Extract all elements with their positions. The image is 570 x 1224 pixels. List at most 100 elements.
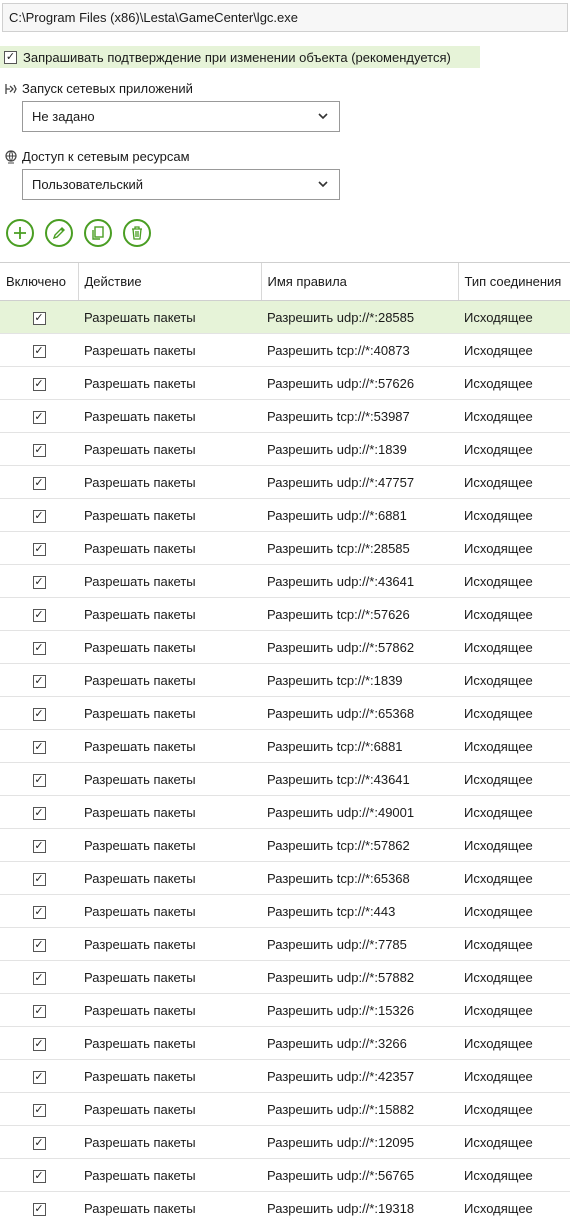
connection-type-cell: Исходящее bbox=[458, 994, 570, 1027]
table-row[interactable]: ✓Разрешать пакетыРазрешить udp://*:57626… bbox=[0, 367, 570, 400]
connection-type-cell: Исходящее bbox=[458, 400, 570, 433]
confirm-checkbox[interactable]: ✓ bbox=[4, 51, 17, 64]
table-row[interactable]: ✓Разрешать пакетыРазрешить tcp://*:1839И… bbox=[0, 664, 570, 697]
table-row[interactable]: ✓Разрешать пакетыРазрешить tcp://*:57862… bbox=[0, 829, 570, 862]
column-connection-type[interactable]: Тип соединения bbox=[458, 263, 570, 301]
action-cell: Разрешать пакеты bbox=[78, 994, 261, 1027]
delete-rule-button[interactable] bbox=[123, 219, 151, 247]
enabled-checkbox[interactable]: ✓ bbox=[33, 873, 46, 886]
rule-name-cell: Разрешить tcp://*:65368 bbox=[261, 862, 458, 895]
enabled-checkbox[interactable]: ✓ bbox=[33, 444, 46, 457]
enabled-checkbox[interactable]: ✓ bbox=[33, 708, 46, 721]
table-row[interactable]: ✓Разрешать пакетыРазрешить udp://*:15326… bbox=[0, 994, 570, 1027]
action-cell: Разрешать пакеты bbox=[78, 796, 261, 829]
edit-rule-button[interactable] bbox=[45, 219, 73, 247]
action-cell: Разрешать пакеты bbox=[78, 1093, 261, 1126]
table-row[interactable]: ✓Разрешать пакетыРазрешить tcp://*:65368… bbox=[0, 862, 570, 895]
enabled-cell: ✓ bbox=[0, 664, 78, 697]
table-row[interactable]: ✓Разрешать пакетыРазрешить udp://*:57882… bbox=[0, 961, 570, 994]
action-cell: Разрешать пакеты bbox=[78, 565, 261, 598]
table-row[interactable]: ✓Разрешать пакетыРазрешить udp://*:56765… bbox=[0, 1159, 570, 1192]
rule-name-cell: Разрешить udp://*:57626 bbox=[261, 367, 458, 400]
action-cell: Разрешать пакеты bbox=[78, 334, 261, 367]
connection-type-cell: Исходящее bbox=[458, 433, 570, 466]
table-row[interactable]: ✓Разрешать пакетыРазрешить udp://*:57862… bbox=[0, 631, 570, 664]
enabled-checkbox[interactable]: ✓ bbox=[33, 378, 46, 391]
enabled-checkbox[interactable]: ✓ bbox=[33, 807, 46, 820]
connection-type-cell: Исходящее bbox=[458, 895, 570, 928]
action-cell: Разрешать пакеты bbox=[78, 928, 261, 961]
action-cell: Разрешать пакеты bbox=[78, 433, 261, 466]
action-cell: Разрешать пакеты bbox=[78, 1159, 261, 1192]
network-apps-select[interactable]: Не задано bbox=[22, 101, 340, 132]
enabled-checkbox[interactable]: ✓ bbox=[33, 840, 46, 853]
enabled-cell: ✓ bbox=[0, 1060, 78, 1093]
path-field[interactable]: C:\Program Files (x86)\Lesta\GameCenter\… bbox=[2, 3, 568, 32]
enabled-checkbox[interactable]: ✓ bbox=[33, 411, 46, 424]
table-row[interactable]: ✓Разрешать пакетыРазрешить udp://*:6881И… bbox=[0, 499, 570, 532]
connection-type-cell: Исходящее bbox=[458, 961, 570, 994]
table-row[interactable]: ✓Разрешать пакетыРазрешить udp://*:7785И… bbox=[0, 928, 570, 961]
enabled-checkbox[interactable]: ✓ bbox=[33, 1038, 46, 1051]
table-row[interactable]: ✓Разрешать пакетыРазрешить udp://*:49001… bbox=[0, 796, 570, 829]
column-enabled[interactable]: Включено bbox=[0, 263, 78, 301]
enabled-cell: ✓ bbox=[0, 598, 78, 631]
connection-type-cell: Исходящее bbox=[458, 598, 570, 631]
table-row[interactable]: ✓Разрешать пакетыРазрешить tcp://*:53987… bbox=[0, 400, 570, 433]
enabled-checkbox[interactable]: ✓ bbox=[33, 576, 46, 589]
copy-rule-button[interactable] bbox=[84, 219, 112, 247]
enabled-checkbox[interactable]: ✓ bbox=[33, 1203, 46, 1216]
enabled-checkbox[interactable]: ✓ bbox=[33, 774, 46, 787]
table-row[interactable]: ✓Разрешать пакетыРазрешить udp://*:43641… bbox=[0, 565, 570, 598]
table-row[interactable]: ✓Разрешать пакетыРазрешить udp://*:28585… bbox=[0, 301, 570, 334]
rule-name-cell: Разрешить tcp://*:6881 bbox=[261, 730, 458, 763]
enabled-checkbox[interactable]: ✓ bbox=[33, 972, 46, 985]
table-row[interactable]: ✓Разрешать пакетыРазрешить udp://*:42357… bbox=[0, 1060, 570, 1093]
enabled-checkbox[interactable]: ✓ bbox=[33, 1170, 46, 1183]
table-row[interactable]: ✓Разрешать пакетыРазрешить udp://*:12095… bbox=[0, 1126, 570, 1159]
enabled-checkbox[interactable]: ✓ bbox=[33, 1005, 46, 1018]
enabled-checkbox[interactable]: ✓ bbox=[33, 741, 46, 754]
table-row[interactable]: ✓Разрешать пакетыРазрешить udp://*:19318… bbox=[0, 1192, 570, 1224]
table-row[interactable]: ✓Разрешать пакетыРазрешить udp://*:3266И… bbox=[0, 1027, 570, 1060]
table-row[interactable]: ✓ Разрешать пакетыРазрешить tcp://*:40873… bbox=[0, 334, 570, 367]
table-row[interactable]: ✓Разрешать пакетыРазрешить udp://*:65368… bbox=[0, 697, 570, 730]
confirm-option[interactable]: ✓ Запрашивать подтверждение при изменени… bbox=[0, 46, 480, 68]
enabled-cell: ✓ bbox=[0, 796, 78, 829]
rule-name-cell: Разрешить tcp://*:57626 bbox=[261, 598, 458, 631]
action-cell: Разрешать пакеты bbox=[78, 466, 261, 499]
table-row[interactable]: ✓Разрешать пакетыРазрешить tcp://*:43641… bbox=[0, 763, 570, 796]
table-row[interactable]: ✓Разрешать пакетыРазрешить tcp://*:28585… bbox=[0, 532, 570, 565]
enabled-checkbox[interactable]: ✓ bbox=[33, 906, 46, 919]
table-row[interactable]: ✓Разрешать пакетыРазрешить tcp://*:443Ис… bbox=[0, 895, 570, 928]
enabled-checkbox[interactable]: ✓ bbox=[33, 345, 46, 358]
action-cell: Разрешать пакеты bbox=[78, 499, 261, 532]
enabled-checkbox[interactable]: ✓ bbox=[33, 510, 46, 523]
table-row[interactable]: ✓Разрешать пакетыРазрешить udp://*:1839И… bbox=[0, 433, 570, 466]
enabled-checkbox[interactable]: ✓ bbox=[33, 642, 46, 655]
enabled-checkbox[interactable]: ✓ bbox=[33, 939, 46, 952]
add-rule-button[interactable] bbox=[6, 219, 34, 247]
enabled-checkbox[interactable]: ✓ bbox=[33, 675, 46, 688]
table-row[interactable]: ✓Разрешать пакетыРазрешить udp://*:47757… bbox=[0, 466, 570, 499]
enabled-checkbox[interactable]: ✓ bbox=[33, 1137, 46, 1150]
table-row[interactable]: ✓Разрешать пакетыРазрешить udp://*:15882… bbox=[0, 1093, 570, 1126]
enabled-checkbox[interactable]: ✓ bbox=[33, 1071, 46, 1084]
enabled-checkbox[interactable]: ✓ bbox=[33, 312, 46, 325]
column-rule-name[interactable]: Имя правила bbox=[261, 263, 458, 301]
enabled-checkbox[interactable]: ✓ bbox=[33, 543, 46, 556]
rule-name-cell: Разрешить tcp://*:40873 bbox=[261, 334, 458, 367]
table-row[interactable]: ✓Разрешать пакетыРазрешить tcp://*:6881И… bbox=[0, 730, 570, 763]
action-cell: Разрешать пакеты bbox=[78, 829, 261, 862]
network-resources-select[interactable]: Пользовательский bbox=[22, 169, 340, 200]
column-action[interactable]: Действие bbox=[78, 263, 261, 301]
network-resources-label: Доступ к сетевым ресурсам bbox=[22, 149, 190, 164]
table-row[interactable]: ✓Разрешать пакетыРазрешить tcp://*:57626… bbox=[0, 598, 570, 631]
enabled-cell: ✓ bbox=[0, 367, 78, 400]
enabled-checkbox[interactable]: ✓ bbox=[33, 609, 46, 622]
action-cell: Разрешать пакеты bbox=[78, 400, 261, 433]
enabled-cell: ✓ bbox=[0, 895, 78, 928]
enabled-checkbox[interactable]: ✓ bbox=[33, 477, 46, 490]
connection-type-cell: Исходящее bbox=[458, 763, 570, 796]
enabled-checkbox[interactable]: ✓ bbox=[33, 1104, 46, 1117]
